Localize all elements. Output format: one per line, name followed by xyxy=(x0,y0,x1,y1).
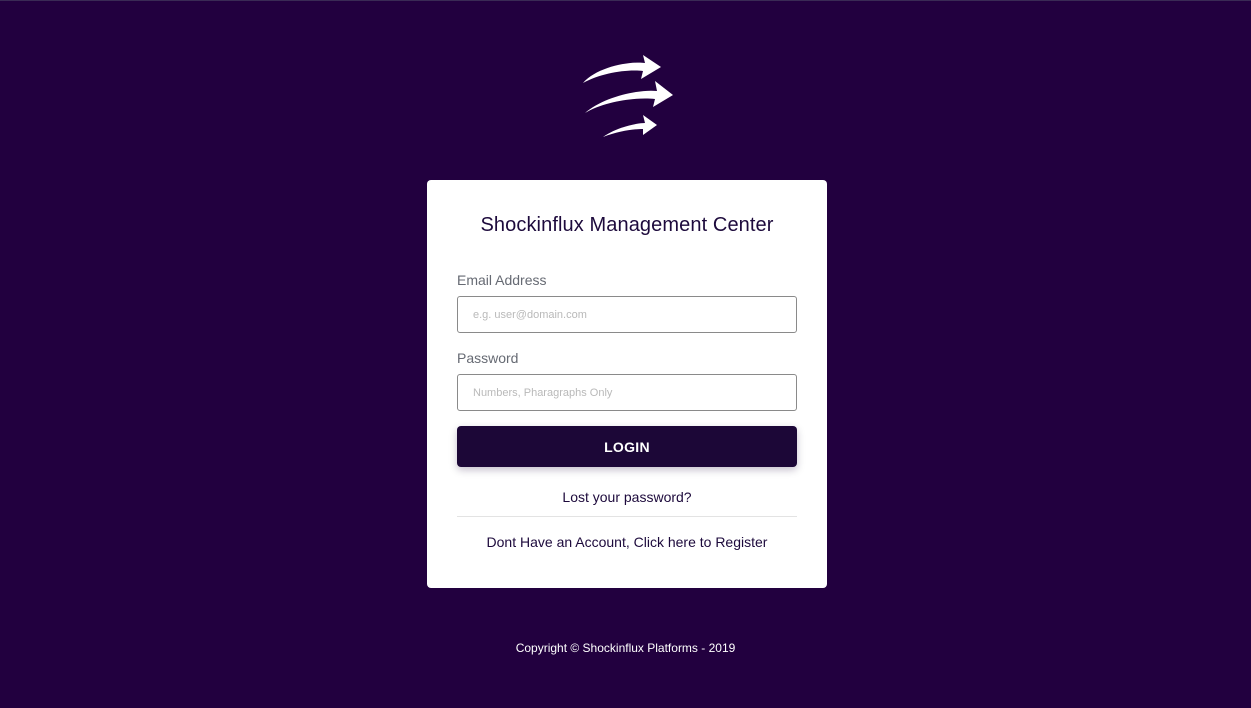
login-button[interactable]: LOGIN xyxy=(457,426,797,467)
divider xyxy=(457,516,797,517)
swirl-arrows-logo-icon xyxy=(583,55,673,137)
email-field[interactable] xyxy=(457,296,797,333)
card-title: Shockinflux Management Center xyxy=(480,214,774,236)
login-card: Shockinflux Management Center Email Addr… xyxy=(427,180,827,588)
password-field[interactable] xyxy=(457,374,797,411)
register-link[interactable]: Dont Have an Account, Click here to Regi… xyxy=(427,534,827,550)
copyright-text: Copyright © Shockinflux Platforms - 2019 xyxy=(515,641,736,655)
lost-password-link[interactable]: Lost your password? xyxy=(427,489,827,505)
password-label: Password xyxy=(457,350,519,366)
login-page: Shockinflux Management Center Email Addr… xyxy=(0,0,1251,708)
email-label: Email Address xyxy=(457,272,547,288)
